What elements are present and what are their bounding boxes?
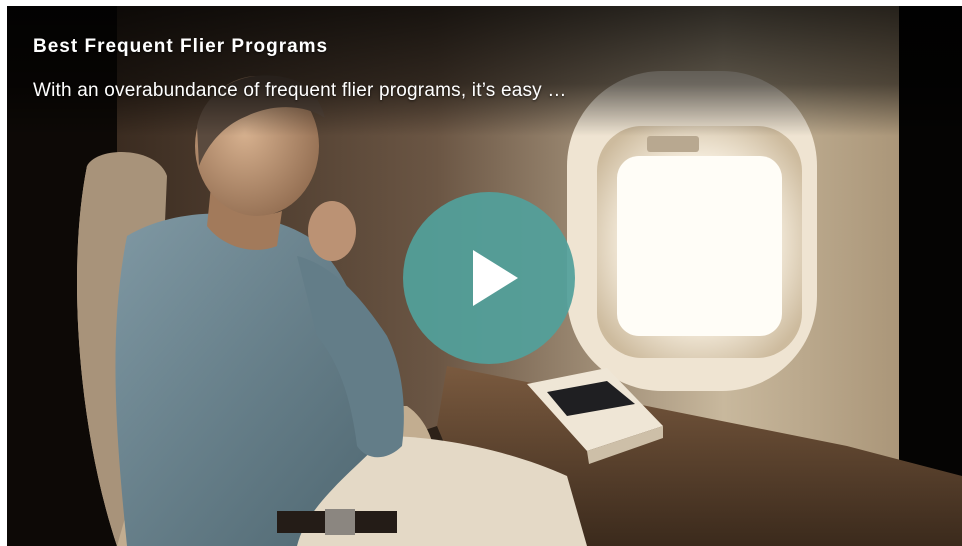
video-description: With an overabundance of frequent flier … [33, 80, 567, 101]
video-title: Best Frequent Flier Programs [33, 36, 329, 57]
video-player[interactable]: Best Frequent Flier Programs With an ove… [7, 6, 962, 546]
play-icon [473, 250, 518, 306]
play-button[interactable] [403, 192, 575, 364]
